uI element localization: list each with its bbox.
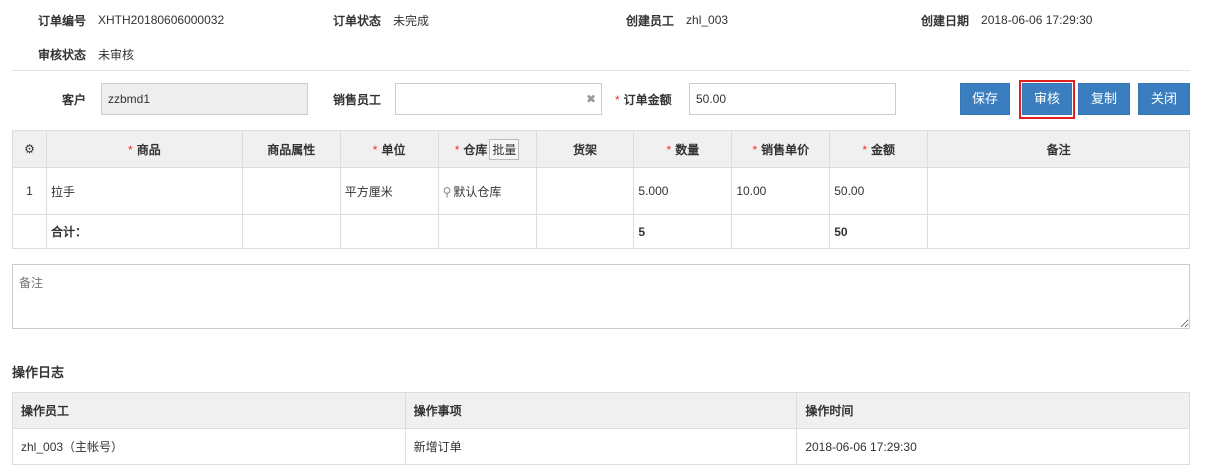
copy-button[interactable]: 复制 xyxy=(1078,83,1130,115)
table-row[interactable]: 1 拉手 平方厘米 ⚲ 默认仓库 5.000 10.00 50.00 xyxy=(12,167,1190,215)
search-icon[interactable]: ⚲ xyxy=(443,185,452,199)
log-header-row: 操作员工 操作事项 操作时间 xyxy=(12,392,1190,429)
col-price-label: 销售单价 xyxy=(761,142,810,157)
created-date-field: 创建日期 2018-06-06 17:29:30 xyxy=(921,10,1092,30)
clear-icon[interactable]: ✖ xyxy=(585,93,597,105)
log-time: 2018-06-06 17:29:30 xyxy=(796,428,1190,465)
cell-qty[interactable]: 5.000 xyxy=(633,167,733,215)
customer-input[interactable]: zzbmd1 xyxy=(101,83,308,115)
required-mark: * xyxy=(615,93,620,107)
required-mark: * xyxy=(752,142,758,157)
grid-header-row: ⚙ * 商品 商品属性 * 单位 * 仓库 批量 货架 * 数量 * 销售单价 * 金额 备注 xyxy=(12,130,1190,168)
sum-blank xyxy=(731,214,831,249)
required-mark: * xyxy=(666,142,672,157)
order-status-value: 未完成 xyxy=(393,13,430,28)
product-grid: ⚙ * 商品 商品属性 * 单位 * 仓库 批量 货架 * 数量 * 销售单价 * 金额 备注… xyxy=(12,130,1190,249)
log-col-action: 操作事项 xyxy=(404,392,798,429)
cell-unit[interactable]: 平方厘米 xyxy=(339,167,439,215)
creator-label: 创建员工 xyxy=(626,13,675,28)
table-row: zhl_003（主帐号） 新增订单 2018-06-06 17:29:30 xyxy=(12,428,1190,465)
required-mark: * xyxy=(128,142,133,157)
log-col-time: 操作时间 xyxy=(796,392,1190,429)
remark-textarea[interactable] xyxy=(12,264,1190,329)
cell-warehouse[interactable]: ⚲ 默认仓库 xyxy=(437,167,537,215)
sales-staff-label: 销售员工 xyxy=(333,93,382,107)
sum-blank xyxy=(927,214,1190,249)
amount-input[interactable]: 50.00 xyxy=(689,83,896,115)
sum-blank xyxy=(241,214,341,249)
batch-button[interactable]: 批量 xyxy=(489,138,520,160)
amount-label: 订单金额 xyxy=(623,93,672,107)
sum-amount: 50 xyxy=(829,214,929,249)
cell-warehouse-value: 默认仓库 xyxy=(453,184,502,199)
col-attr: 商品属性 xyxy=(241,130,341,168)
audit-status-label: 审核状态 xyxy=(38,47,87,62)
order-status-label: 订单状态 xyxy=(333,13,382,28)
divider xyxy=(12,70,1190,71)
col-note: 备注 xyxy=(927,130,1190,168)
amount-label-wrap: * 订单金额 xyxy=(615,90,672,110)
col-amount-label: 金额 xyxy=(871,142,896,157)
sum-blank xyxy=(339,214,439,249)
log-title: 操作日志 xyxy=(12,365,65,380)
col-shelf: 货架 xyxy=(535,130,635,168)
col-product: * 商品 xyxy=(45,130,243,168)
save-button[interactable]: 保存 xyxy=(960,83,1010,115)
creator-value: zhl_003 xyxy=(686,13,729,27)
required-mark: * xyxy=(454,142,460,157)
sum-label: 合计： xyxy=(45,214,243,249)
row-index: 1 xyxy=(12,167,47,215)
required-mark: * xyxy=(862,142,868,157)
col-qty-label: 数量 xyxy=(675,142,700,157)
customer-label: 客户 xyxy=(62,93,87,107)
col-unit-label: 单位 xyxy=(381,142,406,157)
audit-button-highlight xyxy=(1019,80,1075,119)
order-status-field: 订单状态 未完成 xyxy=(333,10,429,30)
sum-blank xyxy=(437,214,537,249)
created-date-value: 2018-06-06 17:29:30 xyxy=(981,13,1093,27)
order-no-value: XHTH20180606000032 xyxy=(98,13,225,27)
col-price: * 销售单价 xyxy=(731,130,831,168)
col-amount: * 金额 xyxy=(829,130,929,168)
log-action: 新增订单 xyxy=(404,428,798,465)
creator-field: 创建员工 zhl_003 xyxy=(626,10,728,30)
sales-staff-select[interactable]: ✖ xyxy=(395,83,602,115)
col-product-label: 商品 xyxy=(136,142,161,157)
log-col-staff: 操作员工 xyxy=(12,392,406,429)
sum-blank xyxy=(12,214,47,249)
cell-price[interactable]: 10.00 xyxy=(731,167,831,215)
cell-shelf[interactable] xyxy=(535,167,635,215)
gear-icon[interactable]: ⚙ xyxy=(12,130,47,168)
close-button[interactable]: 关闭 xyxy=(1138,83,1190,115)
cell-attr[interactable] xyxy=(241,167,341,215)
col-qty: * 数量 xyxy=(633,130,733,168)
sum-blank xyxy=(535,214,635,249)
col-unit: * 单位 xyxy=(339,130,439,168)
col-warehouse-label: 仓库 xyxy=(463,142,488,157)
audit-status-field: 审核状态 未审核 xyxy=(38,44,134,64)
sum-row: 合计： 5 50 xyxy=(12,214,1190,249)
created-date-label: 创建日期 xyxy=(921,13,970,28)
cell-amount[interactable]: 50.00 xyxy=(829,167,929,215)
order-no-label: 订单编号 xyxy=(38,13,87,28)
order-no-field: 订单编号 XHTH20180606000032 xyxy=(38,10,224,30)
cell-note[interactable] xyxy=(927,167,1190,215)
required-mark: * xyxy=(372,142,378,157)
audit-status-value: 未审核 xyxy=(98,47,135,62)
cell-product[interactable]: 拉手 xyxy=(45,167,243,215)
log-staff: zhl_003（主帐号） xyxy=(12,428,406,465)
col-warehouse: * 仓库 批量 xyxy=(437,130,537,168)
sum-qty: 5 xyxy=(633,214,733,249)
log-table: 操作员工 操作事项 操作时间 zhl_003（主帐号） 新增订单 2018-06… xyxy=(12,392,1190,465)
